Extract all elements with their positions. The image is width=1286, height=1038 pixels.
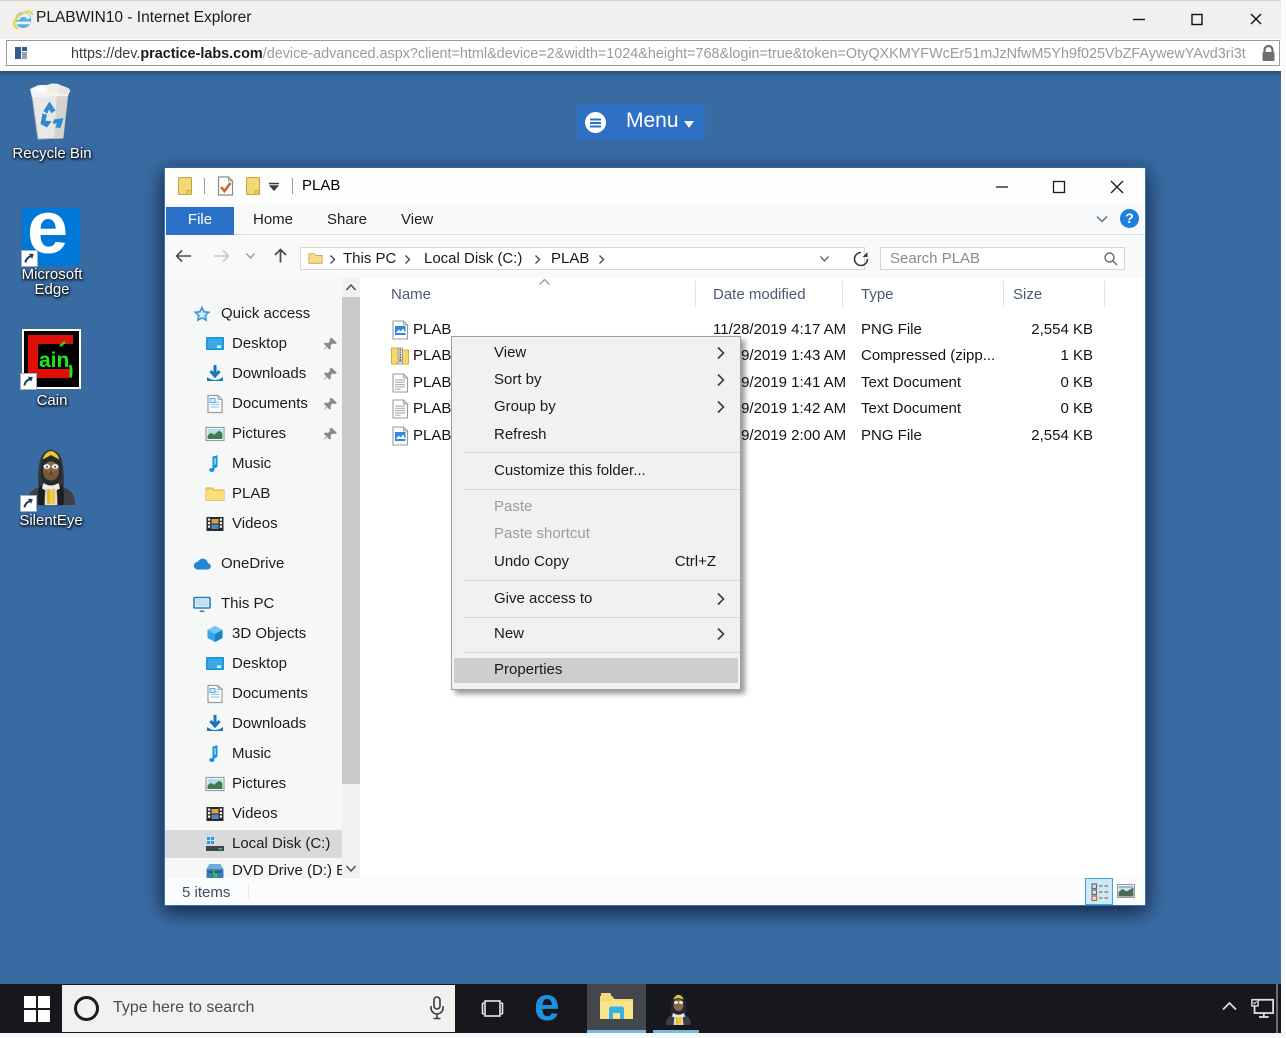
svg-text:ain: ain [39,349,69,372]
